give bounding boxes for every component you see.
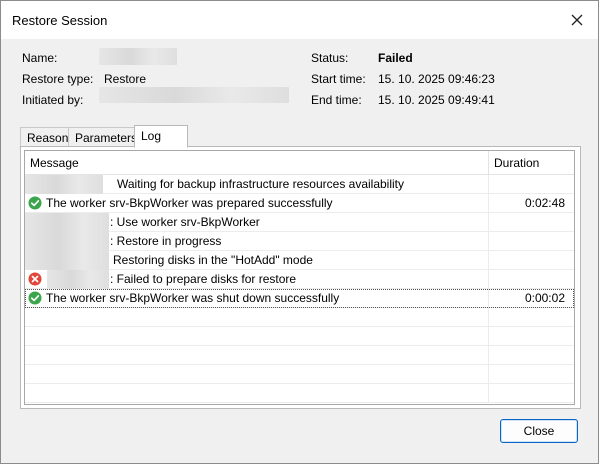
empty-row bbox=[25, 346, 574, 365]
status-label: Status: bbox=[311, 51, 349, 65]
table-row[interactable]: : Restore in progress bbox=[25, 232, 574, 251]
table-row[interactable]: Waiting for backup infrastructure resour… bbox=[25, 175, 574, 194]
log-grid[interactable]: Message Duration Waiting for backup infr… bbox=[24, 150, 575, 405]
window-title: Restore Session bbox=[12, 13, 108, 28]
table-row[interactable]: : Use worker srv-BkpWorker bbox=[25, 213, 574, 232]
success-icon bbox=[28, 196, 42, 210]
empty-row bbox=[25, 308, 574, 327]
initiated-by-label: Initiated by: bbox=[22, 93, 84, 107]
row-duration: 0:02:48 bbox=[524, 196, 565, 210]
redacted-timestamp bbox=[25, 232, 109, 251]
row-message: Restoring disks in the "HotAdd" mode bbox=[113, 253, 313, 267]
tab-parameters[interactable]: Parameters bbox=[68, 127, 137, 147]
empty-row bbox=[25, 384, 574, 403]
end-time-label: End time: bbox=[311, 93, 362, 107]
table-row-selected[interactable]: The worker srv-BkpWorker was shut down s… bbox=[25, 289, 574, 308]
close-icon bbox=[571, 14, 583, 26]
error-icon bbox=[28, 272, 42, 286]
column-header-duration[interactable]: Duration bbox=[494, 156, 539, 170]
row-message: : Restore in progress bbox=[110, 234, 222, 248]
table-row[interactable]: The worker srv-BkpWorker was prepared su… bbox=[25, 194, 574, 213]
start-time-value: 15. 10. 2025 09:46:23 bbox=[378, 72, 495, 86]
name-label: Name: bbox=[22, 51, 58, 65]
redacted-timestamp bbox=[25, 251, 109, 270]
restore-session-dialog: Restore Session Name: Restore type: Rest… bbox=[0, 0, 599, 464]
redacted-timestamp bbox=[25, 213, 109, 232]
empty-row bbox=[25, 327, 574, 346]
status-value: Failed bbox=[378, 51, 413, 65]
table-row[interactable]: Restoring disks in the "HotAdd" mode bbox=[25, 251, 574, 270]
empty-row bbox=[25, 365, 574, 384]
tab-reason[interactable]: Reason bbox=[20, 127, 69, 147]
row-message: : Use worker srv-BkpWorker bbox=[110, 215, 260, 229]
column-divider[interactable] bbox=[488, 151, 489, 175]
redacted-name bbox=[99, 48, 177, 65]
column-header-message[interactable]: Message bbox=[30, 156, 79, 170]
log-grid-header: Message Duration bbox=[25, 151, 574, 175]
redacted-initiator bbox=[99, 87, 289, 103]
row-message: Waiting for backup infrastructure resour… bbox=[117, 177, 405, 191]
title-bar: Restore Session bbox=[1, 1, 598, 39]
row-message: The worker srv-BkpWorker was prepared su… bbox=[46, 196, 333, 210]
row-message: : Failed to prepare disks for restore bbox=[110, 272, 297, 286]
close-button[interactable]: Close bbox=[500, 419, 578, 443]
restore-type-value: Restore bbox=[104, 72, 147, 86]
tab-log[interactable]: Log bbox=[134, 125, 188, 148]
table-row[interactable]: : Failed to prepare disks for restore bbox=[25, 270, 574, 289]
row-duration: 0:00:02 bbox=[524, 291, 565, 305]
start-time-label: Start time: bbox=[311, 72, 366, 86]
log-tab-panel: Message Duration Waiting for backup infr… bbox=[20, 146, 581, 409]
close-window-button[interactable] bbox=[564, 7, 590, 33]
redacted-timestamp bbox=[47, 270, 109, 289]
success-icon bbox=[28, 291, 42, 305]
row-message: The worker srv-BkpWorker was shut down s… bbox=[46, 291, 340, 305]
end-time-value: 15. 10. 2025 09:49:41 bbox=[378, 93, 495, 107]
restore-type-label: Restore type: bbox=[22, 72, 94, 86]
redacted-timestamp bbox=[25, 175, 103, 194]
